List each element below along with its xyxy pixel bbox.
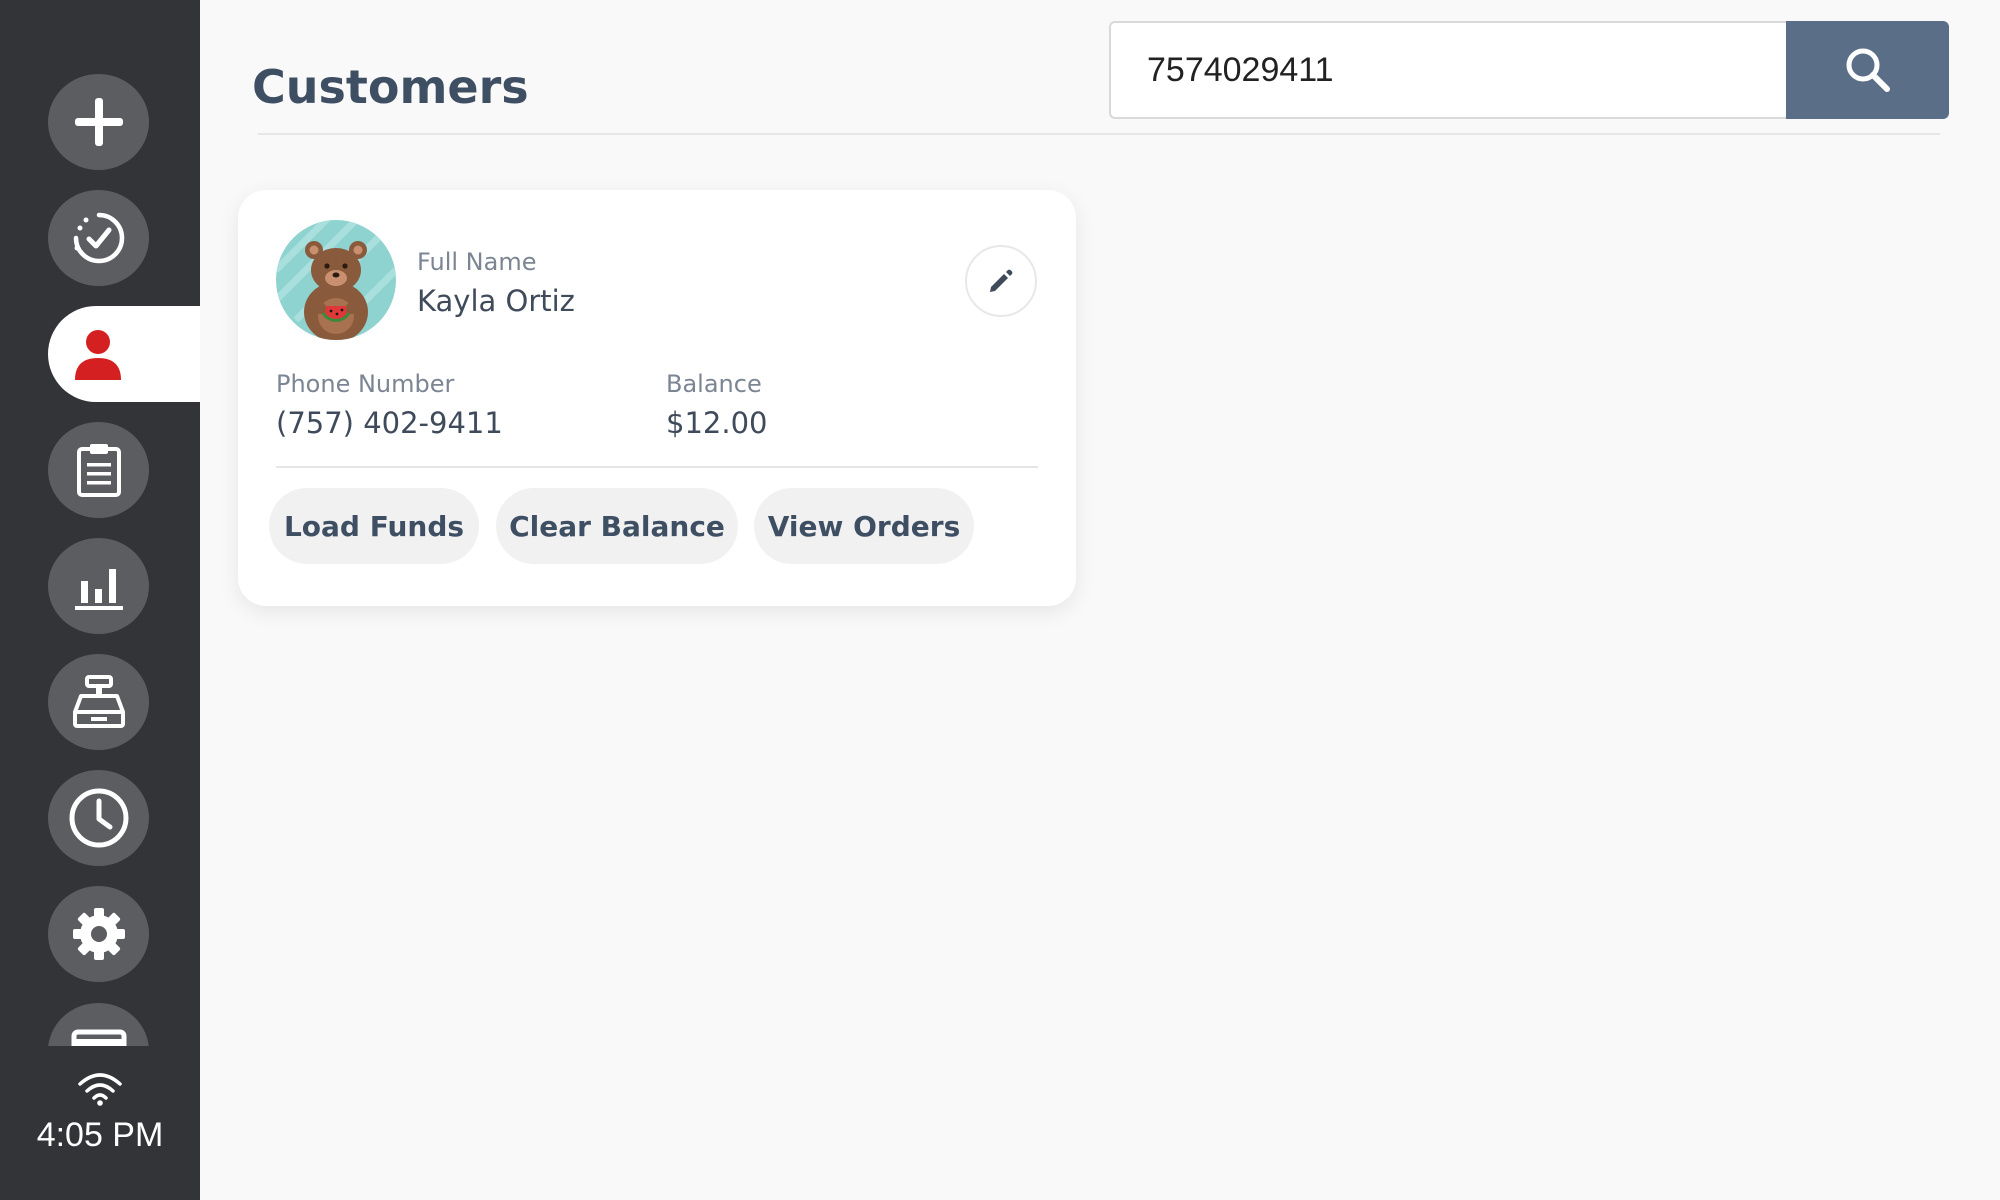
bar-chart-icon xyxy=(74,569,123,610)
header-divider xyxy=(258,133,1940,135)
user-icon xyxy=(75,330,121,380)
page-title: Customers xyxy=(252,60,529,114)
sidebar-item-orders[interactable] xyxy=(48,422,149,518)
sidebar-nav xyxy=(0,0,200,1046)
full-name-value: Kayla Ortiz xyxy=(417,284,575,318)
clipboard-icon xyxy=(76,444,121,497)
sidebar-item-timeclock[interactable] xyxy=(48,770,149,866)
clock-icon xyxy=(69,788,128,848)
sidebar-item-tasks[interactable] xyxy=(48,190,149,286)
status-area: 4:05 PM xyxy=(0,1060,200,1155)
balance-label: Balance xyxy=(666,370,762,398)
sidebar: 4:05 PM xyxy=(0,0,200,1200)
full-name-label: Full Name xyxy=(417,248,537,276)
phone-label: Phone Number xyxy=(276,370,455,398)
phone-value: (757) 402-9411 xyxy=(276,406,503,440)
sidebar-item-reports[interactable] xyxy=(48,538,149,634)
wifi-icon xyxy=(78,1073,122,1106)
card-icon xyxy=(71,1029,126,1046)
load-funds-button[interactable]: Load Funds xyxy=(269,488,479,564)
search-button[interactable] xyxy=(1786,21,1949,119)
gear-icon xyxy=(72,908,125,960)
customer-avatar xyxy=(276,220,396,340)
sidebar-item-settings[interactable] xyxy=(48,886,149,982)
search-input[interactable] xyxy=(1109,21,1787,119)
card-divider xyxy=(276,466,1038,468)
balance-value: $12.00 xyxy=(666,406,768,440)
sidebar-item-customers[interactable] xyxy=(48,306,200,402)
plus-icon xyxy=(74,98,123,146)
bear-avatar xyxy=(276,220,396,340)
clear-balance-button[interactable]: Clear Balance xyxy=(496,488,738,564)
search-icon xyxy=(1846,48,1890,92)
sidebar-item-new[interactable] xyxy=(48,74,149,170)
customer-card: Full Name Kayla Ortiz Phone Number (757)… xyxy=(238,190,1076,606)
sidebar-item-payments[interactable] xyxy=(48,1003,149,1046)
edit-customer-button[interactable] xyxy=(965,245,1037,317)
cash-register-icon xyxy=(72,675,125,728)
check-circle-icon xyxy=(73,212,124,264)
pencil-icon xyxy=(990,269,1013,292)
view-orders-button[interactable]: View Orders xyxy=(754,488,974,564)
status-time: 4:05 PM xyxy=(36,1116,164,1154)
sidebar-item-register[interactable] xyxy=(48,654,149,750)
